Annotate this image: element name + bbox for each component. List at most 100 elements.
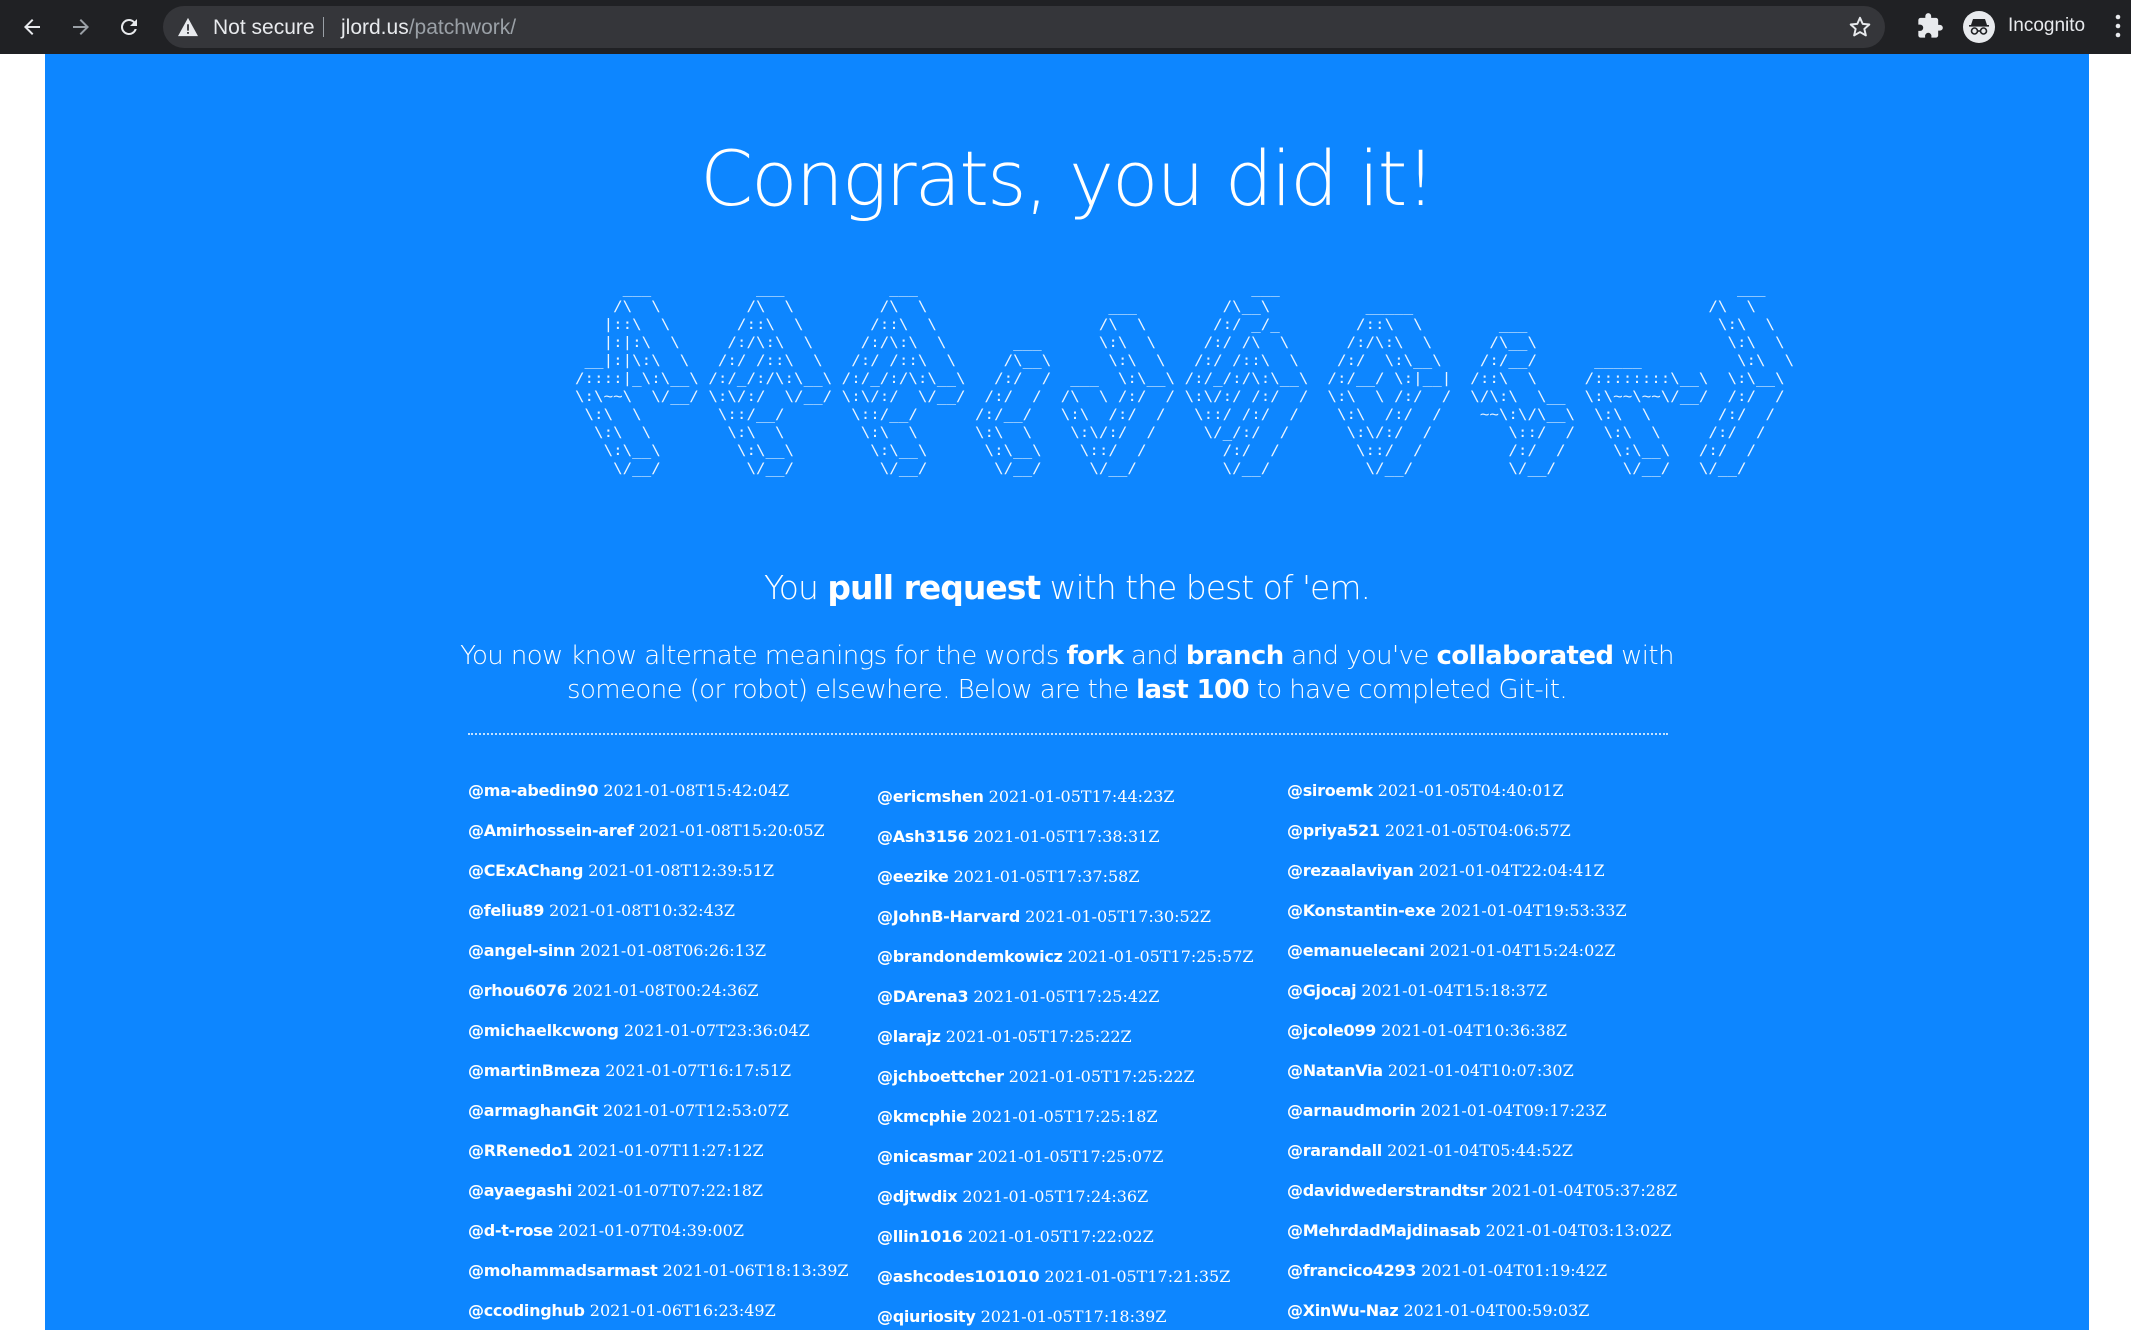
completion-timestamp: 2021-01-05T17:22:02Z [967,1227,1154,1246]
completion-timestamp: 2021-01-05T17:44:23Z [988,787,1175,806]
completion-timestamp: 2021-01-04T00:59:03Z [1403,1301,1590,1320]
description-emphasis-fork: fork [1066,641,1124,671]
username-link[interactable]: @d-t-rose [468,1221,553,1240]
username-link[interactable]: @siroemk [1287,781,1373,800]
username-link[interactable]: @rezaalaviyan [1287,861,1414,880]
username-link[interactable]: @martinBmeza [468,1061,600,1080]
description-text: and you've [1283,641,1437,671]
username-link[interactable]: @Amirhossein-aref [468,821,634,840]
username-link[interactable]: @rarandall [1287,1141,1382,1160]
completion-timestamp: 2021-01-05T17:30:52Z [1025,907,1212,926]
completion-entry: @angel-sinn 2021-01-08T06:26:13Z [468,931,849,971]
completion-timestamp: 2021-01-05T04:06:57Z [1384,821,1571,840]
completion-timestamp: 2021-01-05T17:25:07Z [977,1147,1164,1166]
description-emphasis-last100: last 100 [1136,675,1250,705]
completion-entry: @rarandall 2021-01-04T05:44:52Z [1287,1131,1677,1171]
completion-timestamp: 2021-01-07T04:39:00Z [558,1221,744,1240]
username-link[interactable]: @nicasmar [877,1147,973,1166]
completion-entry: @Amirhossein-aref 2021-01-08T15:20:05Z [468,811,849,851]
username-link[interactable]: @brandondemkowicz [877,947,1063,966]
completion-entry: @larajz 2021-01-05T17:25:22Z [877,1017,1254,1057]
completion-timestamp: 2021-01-04T10:07:30Z [1387,1061,1574,1080]
completion-timestamp: 2021-01-07T11:27:12Z [577,1141,764,1160]
username-link[interactable]: @arnaudmorin [1287,1101,1416,1120]
username-link[interactable]: @NatanVia [1287,1061,1383,1080]
username-link[interactable]: @Konstantin-exe [1287,901,1436,920]
username-link[interactable]: @feliu89 [468,901,544,920]
tagline-emphasis: pull request [827,568,1041,607]
completion-timestamp: 2021-01-05T17:18:39Z [980,1307,1167,1326]
username-link[interactable]: @kmcphie [877,1107,967,1126]
completion-entry: @ccodinghub 2021-01-06T16:23:49Z [468,1291,849,1330]
description-text: and [1123,641,1186,671]
description-emphasis-branch: branch [1185,641,1284,671]
username-link[interactable]: @emanuelecani [1287,941,1425,960]
username-link[interactable]: @Ash3156 [877,827,969,846]
completion-entry: @MehrdadMajdinasab 2021-01-04T03:13:02Z [1287,1211,1677,1251]
username-link[interactable]: @francico4293 [1287,1261,1416,1280]
completion-entry: @mohammadsarmast 2021-01-06T18:13:39Z [468,1251,849,1291]
username-link[interactable]: @mohammadsarmast [468,1261,658,1280]
completion-timestamp: 2021-01-05T17:38:31Z [973,827,1160,846]
completion-entry: @Konstantin-exe 2021-01-04T19:53:33Z [1287,891,1677,931]
username-link[interactable]: @jcole099 [1287,1021,1376,1040]
username-link[interactable]: @michaelkcwong [468,1021,619,1040]
tagline-suffix: with the best of 'em. [1040,568,1371,607]
completion-entry: @nicasmar 2021-01-05T17:25:07Z [877,1137,1254,1177]
username-link[interactable]: @angel-sinn [468,941,575,960]
tagline: You pull request with the best of 'em. [45,568,2089,607]
security-status-label[interactable]: Not secure [213,16,315,40]
username-link[interactable]: @ma-abedin90 [468,781,599,800]
completion-timestamp: 2021-01-07T16:17:51Z [605,1061,792,1080]
username-link[interactable]: @rhou6076 [468,981,568,1000]
profile-label[interactable]: Incognito [2008,15,2085,37]
completion-entry: @ericmshen 2021-01-05T17:44:23Z [877,777,1254,817]
username-link[interactable]: @ericmshen [877,787,984,806]
completion-timestamp: 2021-01-08T10:32:43Z [549,901,736,920]
browser-toolbar: Not secure jlord.us/patchwork/ Incognito [0,0,2131,54]
username-link[interactable]: @ccodinghub [468,1301,585,1320]
username-link[interactable]: @ayaegashi [468,1181,572,1200]
completion-timestamp: 2021-01-04T05:37:28Z [1491,1181,1678,1200]
description-text: You now know alternate meanings for the … [460,641,1067,671]
completion-entry: @kmcphie 2021-01-05T17:25:18Z [877,1097,1254,1137]
reload-icon[interactable] [111,9,147,45]
star-icon[interactable] [1847,14,1873,44]
description-text: to have completed Git-it. [1249,675,1568,705]
username-link[interactable]: @djtwdix [877,1187,958,1206]
completion-entry: @siroemk 2021-01-05T04:40:01Z [1287,771,1677,811]
username-link[interactable]: @ashcodes101010 [877,1267,1040,1286]
username-link[interactable]: @jchboettcher [877,1067,1004,1086]
username-link[interactable]: @priya521 [1287,821,1380,840]
username-link[interactable]: @DArena3 [877,987,969,1006]
more-vert-icon[interactable] [2114,12,2122,44]
username-link[interactable]: @CExAChang [468,861,583,880]
completion-timestamp: 2021-01-04T15:24:02Z [1429,941,1616,960]
completion-entry: @llin1016 2021-01-05T17:22:02Z [877,1217,1254,1257]
completion-timestamp: 2021-01-05T17:25:57Z [1067,947,1254,966]
incognito-icon[interactable] [1963,11,1995,43]
url-text[interactable]: jlord.us/patchwork/ [341,16,516,40]
username-link[interactable]: @XinWu-Naz [1287,1301,1399,1320]
username-link[interactable]: @armaghanGit [468,1101,598,1120]
address-bar[interactable]: Not secure jlord.us/patchwork/ [163,6,1885,48]
completion-entry: @qiuriosity 2021-01-05T17:18:39Z [877,1297,1254,1330]
completion-entry: @Ash3156 2021-01-05T17:38:31Z [877,817,1254,857]
username-link[interactable]: @JohnB-Harvard [877,907,1020,926]
completion-entry: @Gjocaj 2021-01-04T15:18:37Z [1287,971,1677,1011]
username-link[interactable]: @larajz [877,1027,941,1046]
back-arrow-icon[interactable] [14,9,50,45]
completion-timestamp: 2021-01-08T15:42:04Z [603,781,790,800]
completion-entry: @michaelkcwong 2021-01-07T23:36:04Z [468,1011,849,1051]
url-path: /patchwork/ [408,16,517,39]
username-link[interactable]: @RRenedo1 [468,1141,573,1160]
username-link[interactable]: @davidwederstrandtsr [1287,1181,1487,1200]
username-link[interactable]: @Gjocaj [1287,981,1357,1000]
username-link[interactable]: @llin1016 [877,1227,963,1246]
puzzle-icon[interactable] [1916,12,1944,44]
username-link[interactable]: @eezike [877,867,949,886]
forward-arrow-icon[interactable] [63,9,99,45]
username-link[interactable]: @MehrdadMajdinasab [1287,1221,1481,1240]
completion-timestamp: 2021-01-07T07:22:18Z [577,1181,764,1200]
username-link[interactable]: @qiuriosity [877,1307,976,1326]
